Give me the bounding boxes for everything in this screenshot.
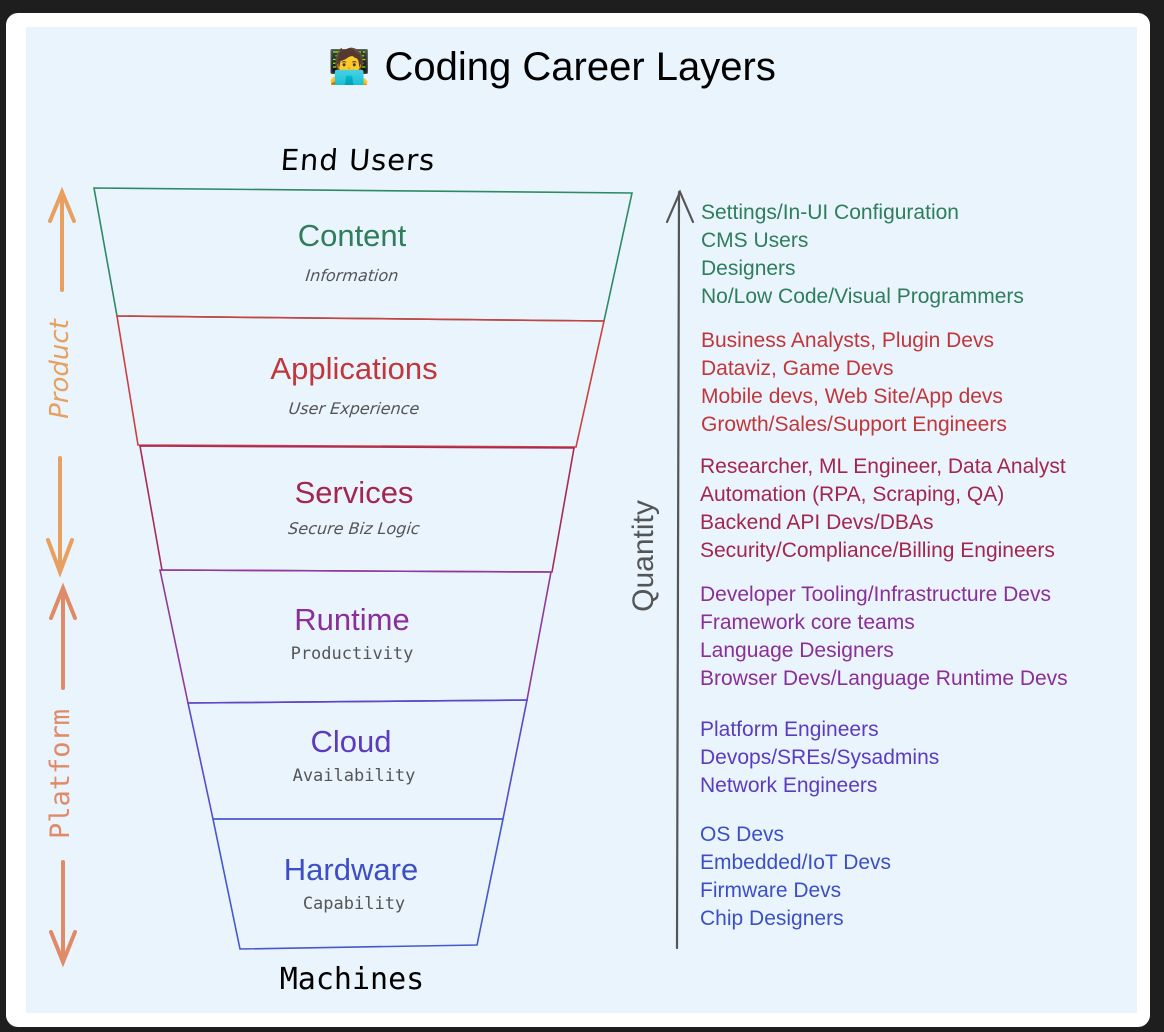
role-item: Network Engineers	[700, 774, 878, 797]
layer-subtitle-runtime: Productivity	[290, 644, 414, 664]
role-group-runtime: Developer Tooling/Infrastructure Devs Fr…	[700, 581, 1068, 693]
role-group-services: Researcher, ML Engineer, Data Analyst Au…	[700, 453, 1066, 565]
layer-name-applications: Applications	[270, 351, 438, 386]
role-item: Backend API Devs/DBAs	[700, 511, 934, 534]
role-item: Growth/Sales/Support Engineers	[701, 413, 1007, 436]
layer-subtitle-applications: User Experience	[287, 399, 421, 418]
role-item: No/Low Code/Visual Programmers	[701, 285, 1024, 308]
role-group-content: Settings/In-UI Configuration CMS Users D…	[701, 199, 1024, 311]
role-item: Chip Designers	[700, 907, 844, 930]
role-item: Developer Tooling/Infrastructure Devs	[700, 583, 1051, 606]
role-item: Browser Devs/Language Runtime Devs	[700, 667, 1068, 690]
role-item: Firmware Devs	[700, 879, 842, 902]
role-item: Embedded/IoT Devs	[700, 851, 892, 874]
platform-label: Platform	[45, 708, 76, 839]
layer-name-hardware: Hardware	[283, 852, 419, 887]
role-item: Business Analysts, Plugin Devs	[701, 329, 994, 352]
layer-name-services: Services	[294, 475, 414, 510]
layer-subtitle-content: Information	[304, 266, 400, 285]
role-group-hardware: OS Devs Embedded/IoT Devs Firmware Devs …	[700, 821, 891, 933]
quantity-arrow	[665, 189, 695, 950]
role-group-applications: Business Analysts, Plugin Devs Dataviz, …	[701, 327, 1007, 439]
layer-name-cloud: Cloud	[310, 724, 392, 759]
role-item: CMS Users	[701, 229, 809, 252]
role-item: Designers	[701, 257, 796, 280]
layer-subtitle-services: Secure Biz Logic	[287, 519, 421, 538]
layer-name-content: Content	[297, 218, 407, 253]
layer-shape-content	[93, 187, 633, 322]
role-item: Security/Compliance/Billing Engineers	[700, 539, 1055, 562]
role-group-cloud: Platform Engineers Devops/SREs/Sysadmins…	[700, 716, 939, 800]
layer-subtitle-hardware: Capability	[302, 894, 406, 914]
role-item: Automation (RPA, Scraping, QA)	[700, 483, 1005, 506]
role-item: Settings/In-UI Configuration	[701, 201, 959, 224]
product-label: Product	[45, 319, 75, 419]
layer-name-runtime: Runtime	[294, 602, 410, 637]
layer-subtitle-cloud: Availability	[292, 766, 416, 786]
role-item: Mobile devs, Web Site/App devs	[701, 385, 1003, 408]
role-item: Language Designers	[700, 639, 894, 662]
role-item: Platform Engineers	[700, 718, 879, 741]
quantity-label: Quantity	[627, 500, 660, 612]
role-item: Framework core teams	[700, 611, 915, 634]
machines-label: Machines	[279, 962, 425, 997]
role-item: Devops/SREs/Sysadmins	[700, 746, 940, 769]
role-item: Dataviz, Game Devs	[701, 357, 894, 380]
role-item: Researcher, ML Engineer, Data Analyst	[700, 455, 1066, 478]
role-item: OS Devs	[700, 823, 785, 846]
